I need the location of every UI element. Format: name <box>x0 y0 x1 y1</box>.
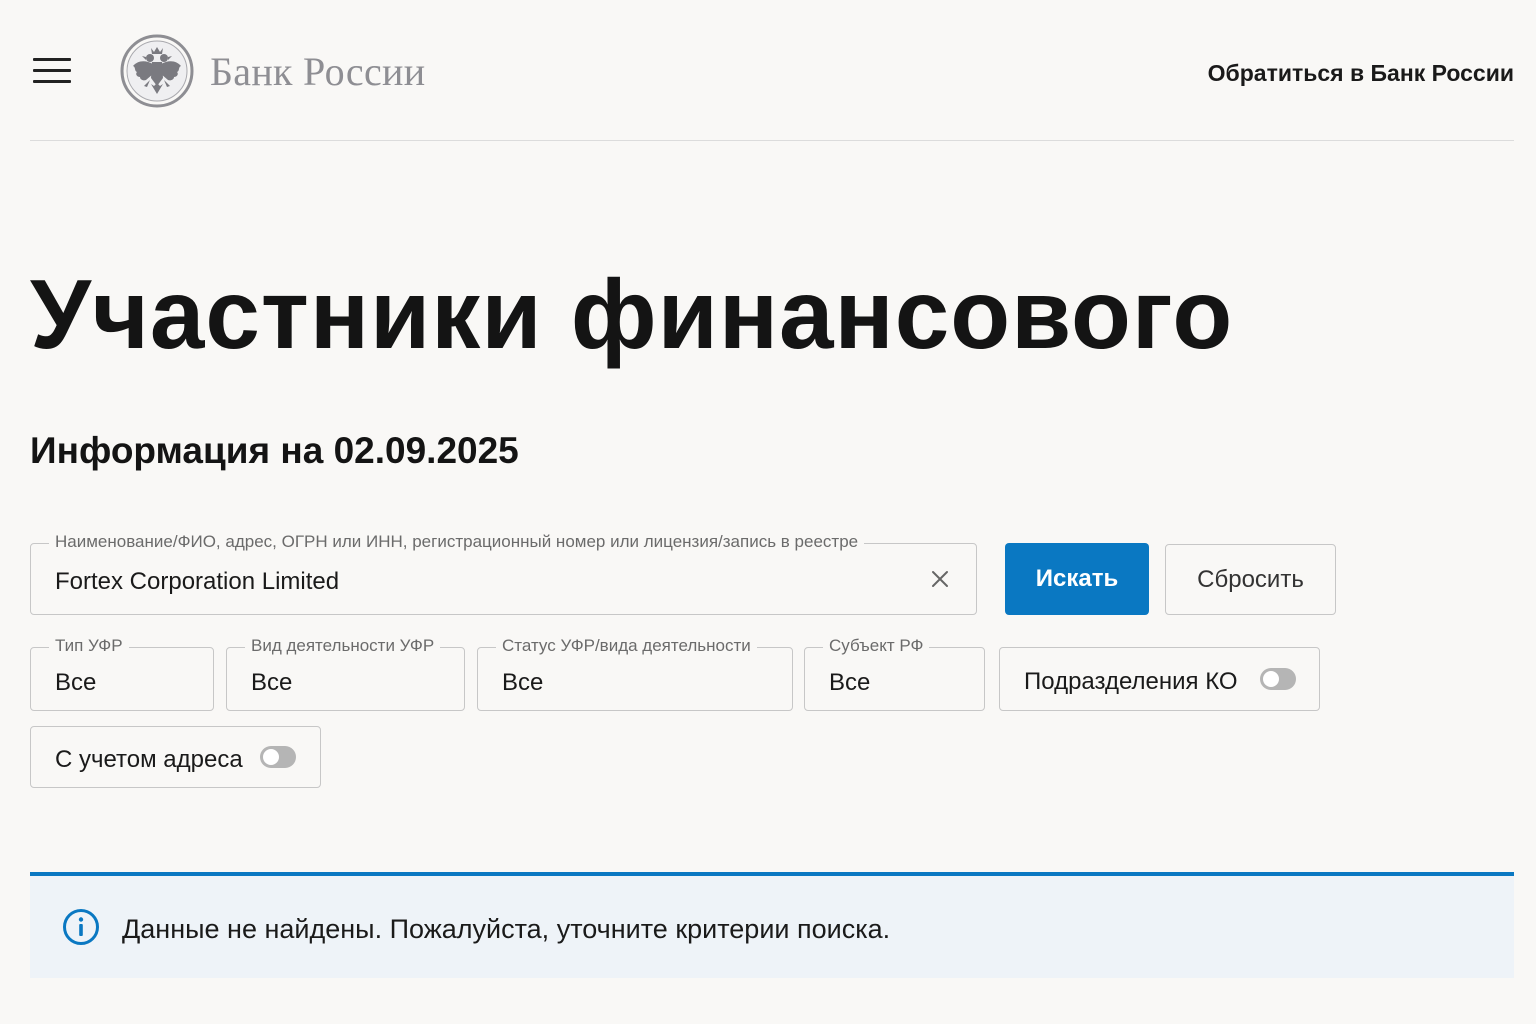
notice-text: Данные не найдены. Пожалуйста, уточните … <box>122 914 891 944</box>
filter-label: Вид деятельности УФР <box>245 636 441 656</box>
search-field[interactable]: Наименование/ФИО, адрес, ОГРН или ИНН, р… <box>30 532 977 615</box>
page-title: Участники финансового <box>30 259 1234 369</box>
filter-label: Тип УФР <box>49 636 129 656</box>
filter-value: Все <box>55 669 97 696</box>
hamburger-menu-icon[interactable] <box>33 58 71 84</box>
toggle-ko-branches[interactable]: Подразделения КО <box>999 647 1320 711</box>
logo-text: Банк России <box>210 48 426 94</box>
toggle-label: С учетом адреса <box>55 746 243 773</box>
close-icon[interactable] <box>930 569 950 589</box>
ko-branches-switch[interactable] <box>1260 668 1296 690</box>
site-header: Банк России Обратиться в Банк России <box>30 0 1514 141</box>
page: Банк России Обратиться в Банк России Уча… <box>0 0 1536 1024</box>
filter-activity-type[interactable]: Вид деятельности УФР Все <box>226 636 465 711</box>
contact-bank-link[interactable]: Обратиться в Банк России <box>1208 60 1514 87</box>
filter-value: Все <box>502 669 544 696</box>
toggle-address[interactable]: С учетом адреса <box>30 726 321 788</box>
info-date-subtitle: Информация на 02.09.2025 <box>30 430 519 471</box>
filter-ufr-type[interactable]: Тип УФР Все <box>30 636 214 711</box>
address-switch[interactable] <box>260 746 296 768</box>
toggle-label: Подразделения КО <box>1024 668 1238 695</box>
filter-value: Все <box>829 669 871 696</box>
filter-label: Субъект РФ <box>823 636 930 656</box>
switch-knob <box>263 749 279 765</box>
info-icon <box>63 909 99 945</box>
filter-value: Все <box>251 669 293 696</box>
no-results-notice: Данные не найдены. Пожалуйста, уточните … <box>30 872 1514 978</box>
filter-status[interactable]: Статус УФР/вида деятельности Все <box>477 636 793 711</box>
eagle-emblem-icon <box>120 34 194 108</box>
search-field-label: Наименование/ФИО, адрес, ОГРН или ИНН, р… <box>49 532 865 552</box>
search-input[interactable]: Fortex Corporation Limited <box>55 568 339 596</box>
switch-knob <box>1263 671 1279 687</box>
filter-label: Статус УФР/вида деятельности <box>496 636 757 656</box>
bank-logo[interactable]: Банк России <box>120 34 425 108</box>
search-button[interactable]: Искать <box>1005 543 1149 615</box>
reset-button[interactable]: Сбросить <box>1165 544 1336 615</box>
filter-region[interactable]: Субъект РФ Все <box>804 636 985 711</box>
